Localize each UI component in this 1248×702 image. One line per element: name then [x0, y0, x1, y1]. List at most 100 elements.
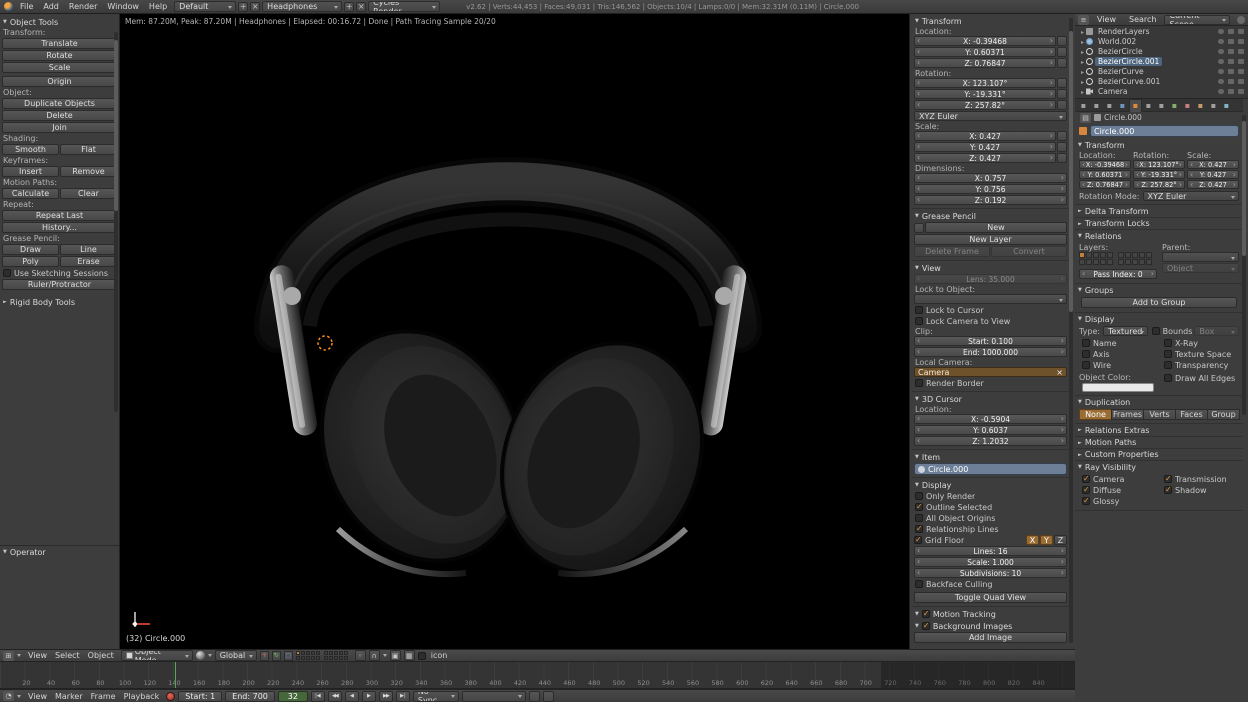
draw-all-edges-checkbox[interactable]: Draw All Edges: [1161, 373, 1239, 383]
layer-toggle[interactable]: [311, 656, 315, 660]
layer-toggle[interactable]: [324, 651, 328, 655]
play-button[interactable]: [362, 691, 376, 702]
duplication-option[interactable]: Faces: [1175, 409, 1208, 420]
layer-toggle[interactable]: [329, 656, 333, 660]
outliner-item[interactable]: World.002: [1075, 36, 1248, 46]
layer-toggle[interactable]: [1107, 259, 1113, 265]
ray-visibility-checkbox[interactable]: Glossy: [1079, 496, 1157, 506]
display-option-checkbox[interactable]: All Object Origins: [912, 513, 1069, 523]
menu-item[interactable]: Playback: [120, 692, 164, 701]
visibility-eye-icon[interactable]: [1218, 69, 1224, 74]
properties-editor-icon[interactable]: [1080, 113, 1091, 123]
insert-keyframe-icon[interactable]: [529, 691, 540, 702]
properties-tab[interactable]: [1103, 99, 1116, 112]
jump-to-end-button[interactable]: [396, 691, 410, 702]
ray-visibility-checkbox[interactable]: Diffuse: [1079, 485, 1157, 495]
draw-type-dropdown[interactable]: Textured: [1103, 326, 1148, 336]
scale-field[interactable]: X: 0.427: [914, 131, 1056, 141]
timeline-editor-icon[interactable]: [3, 691, 14, 701]
filter-icon[interactable]: [1237, 16, 1245, 24]
background-images-checkbox[interactable]: [922, 622, 930, 630]
layer-toggle[interactable]: [324, 656, 328, 660]
visibility-eye-icon[interactable]: [1218, 29, 1224, 34]
relations-panel-header[interactable]: Relations: [1075, 230, 1243, 242]
grid-axis-toggle[interactable]: Y: [1040, 535, 1053, 545]
render-anim-icon[interactable]: [404, 650, 415, 661]
visibility-eye-icon[interactable]: [1218, 89, 1224, 94]
mode-dropdown[interactable]: Object Mode: [121, 650, 193, 661]
background-images-panel-header[interactable]: Background Images: [912, 620, 1069, 632]
outliner-item[interactable]: BezierCircle.001: [1075, 56, 1248, 66]
frame-start-field[interactable]: Start: 1: [178, 691, 222, 702]
renderable-camera-icon[interactable]: [1238, 39, 1244, 44]
layer-toggle[interactable]: [344, 651, 348, 655]
properties-tab[interactable]: [1090, 99, 1103, 112]
pencil-icon[interactable]: [914, 223, 924, 233]
viewport-shading-icon[interactable]: [196, 651, 205, 660]
outliner-item[interactable]: RenderLayers: [1075, 26, 1248, 36]
gp-poly-button[interactable]: Poly: [2, 256, 59, 267]
obj-transform-panel-header[interactable]: Transform: [1075, 139, 1243, 151]
selectable-arrow-icon[interactable]: [1228, 59, 1234, 64]
translate-button[interactable]: Translate: [2, 38, 117, 49]
add-to-group-button[interactable]: Add to Group: [1081, 297, 1237, 308]
cursor-location-field[interactable]: X: -0.5904: [914, 414, 1067, 424]
cursor-panel-header[interactable]: 3D Cursor: [912, 393, 1069, 405]
layer-toggle[interactable]: [1118, 259, 1124, 265]
origin-button[interactable]: Origin: [2, 76, 117, 87]
ray-visibility-panel-header[interactable]: Ray Visibility: [1075, 461, 1243, 473]
menu-item[interactable]: Frame: [87, 692, 120, 701]
layer-toggle[interactable]: [311, 651, 315, 655]
render-border-checkbox[interactable]: Render Border: [912, 378, 1069, 388]
close-scene-button[interactable]: [356, 2, 366, 12]
animate-property-button[interactable]: [1057, 100, 1067, 110]
rotation-field[interactable]: Z: 257.82°: [1133, 180, 1185, 189]
bounds-checkbox[interactable]: Bounds: [1150, 326, 1193, 336]
smooth-button[interactable]: Smooth: [2, 144, 59, 155]
menu-item[interactable]: Select: [51, 651, 84, 660]
animate-property-button[interactable]: [1057, 58, 1067, 68]
obj-display-panel-header[interactable]: Display: [1075, 313, 1243, 325]
layer-toggle[interactable]: [1146, 252, 1152, 258]
expand-icon[interactable]: [1081, 57, 1084, 66]
animate-property-button[interactable]: [1057, 47, 1067, 57]
object-tools-panel-header[interactable]: Object Tools: [0, 16, 119, 28]
layer-toggle[interactable]: [1132, 252, 1138, 258]
location-field[interactable]: Z: 0.76847: [1079, 180, 1131, 189]
grid-axis-toggle[interactable]: X: [1026, 535, 1039, 545]
scale-field[interactable]: Y: 0.427: [914, 142, 1056, 152]
toggle-quad-view-button[interactable]: Toggle Quad View: [914, 592, 1067, 603]
selectable-arrow-icon[interactable]: [1228, 79, 1234, 84]
properties-tab[interactable]: [1129, 99, 1142, 112]
outliner-item[interactable]: Camera: [1075, 86, 1248, 96]
layer-toggle[interactable]: [301, 656, 305, 660]
tool-shelf-scrollbar[interactable]: [114, 32, 118, 412]
grid-scale-field[interactable]: Scale: 1.000: [914, 557, 1067, 567]
display-option-checkbox[interactable]: Transparency: [1161, 360, 1239, 370]
scale-manipulator-icon[interactable]: [284, 651, 293, 661]
view-panel-header[interactable]: View: [912, 262, 1069, 274]
layer-toggle[interactable]: [1093, 252, 1099, 258]
properties-tab[interactable]: [1116, 99, 1129, 112]
outliner-scope-dropdown[interactable]: Current Scene: [1164, 15, 1230, 25]
use-sketching-sessions-checkbox[interactable]: Use Sketching Sessions: [0, 268, 119, 278]
outliner-item-label[interactable]: BezierCurve.001: [1095, 77, 1163, 86]
layer-toggle[interactable]: [1086, 252, 1092, 258]
next-keyframe-button[interactable]: [379, 691, 393, 702]
duplicate-objects-button[interactable]: Duplicate Objects: [2, 98, 117, 109]
operator-panel-header[interactable]: Operator: [0, 546, 119, 558]
lock-camera-to-view-checkbox[interactable]: Lock Camera to View: [912, 316, 1069, 326]
lock-icon[interactable]: [355, 650, 366, 661]
scale-field[interactable]: Z: 0.427: [914, 153, 1056, 163]
expand-icon[interactable]: [1081, 47, 1084, 56]
backface-culling-checkbox[interactable]: Backface Culling: [912, 579, 1069, 589]
rotate-manipulator-icon[interactable]: [272, 651, 281, 661]
outliner-editor-icon[interactable]: [1078, 15, 1089, 25]
bounds-type-dropdown[interactable]: Box: [1194, 326, 1239, 336]
grease-pencil-panel-header[interactable]: Grease Pencil: [912, 210, 1069, 222]
duplication-option[interactable]: Verts: [1143, 409, 1176, 420]
layer-toggle[interactable]: [339, 656, 343, 660]
animate-property-button[interactable]: [1057, 36, 1067, 46]
expand-icon[interactable]: [1081, 77, 1084, 86]
clip-start-field[interactable]: Start: 0.100: [914, 336, 1067, 346]
